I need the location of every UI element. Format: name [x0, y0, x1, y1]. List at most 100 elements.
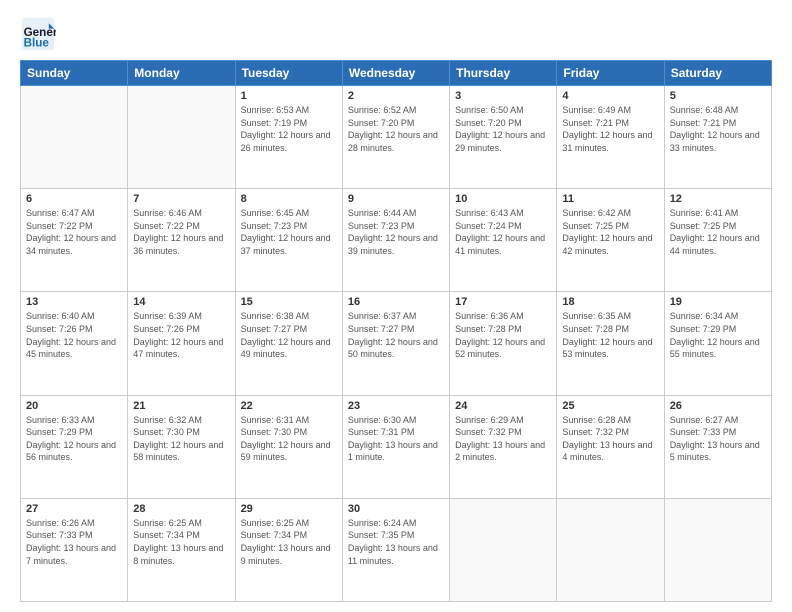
- day-info: Sunrise: 6:35 AM Sunset: 7:28 PM Dayligh…: [562, 310, 658, 360]
- calendar-cell: 5Sunrise: 6:48 AM Sunset: 7:21 PM Daylig…: [664, 86, 771, 189]
- calendar-cell: [450, 498, 557, 601]
- day-number: 21: [133, 400, 229, 412]
- calendar-cell: 12 Sunrise: 6:41 AM Sunset: 7:25 PM Dayli…: [664, 189, 771, 292]
- day-number: 22: [241, 400, 337, 412]
- day-number: 15: [241, 296, 337, 308]
- calendar-cell: 14 Sunrise: 6:39 AM Sunset: 7:26 PM Dayli…: [128, 292, 235, 395]
- calendar-cell: 9Sunrise: 6:44 AM Sunset: 7:23 PM Daylig…: [342, 189, 449, 292]
- day-info: Sunrise: 6:42 AM Sunset: 7:25 PM Dayligh…: [562, 207, 658, 257]
- day-info: Sunrise: 6:41 AM Sunset: 7:25 PM Dayligh…: [670, 207, 766, 257]
- day-info: Sunrise: 6:33 AM Sunset: 7:29 PM Dayligh…: [26, 414, 122, 464]
- calendar-week-row: 20 Sunrise: 6:33 AM Sunset: 7:29 PM Dayli…: [21, 395, 772, 498]
- day-number: 12: [670, 193, 766, 205]
- day-info: Sunrise: 6:40 AM Sunset: 7:26 PM Dayligh…: [26, 310, 122, 360]
- day-info: Sunrise: 6:30 AM Sunset: 7:31 PM Dayligh…: [348, 414, 444, 464]
- calendar-cell: 18 Sunrise: 6:35 AM Sunset: 7:28 PM Dayli…: [557, 292, 664, 395]
- day-info: Sunrise: 6:38 AM Sunset: 7:27 PM Dayligh…: [241, 310, 337, 360]
- page: General Blue SundayMondayTuesdayWednesda…: [0, 0, 792, 612]
- day-number: 6: [26, 193, 122, 205]
- day-info: Sunrise: 6:37 AM Sunset: 7:27 PM Dayligh…: [348, 310, 444, 360]
- day-number: 19: [670, 296, 766, 308]
- day-number: 9: [348, 193, 444, 205]
- header: General Blue: [20, 16, 772, 52]
- calendar-cell: 3 Sunrise: 6:50 AM Sunset: 7:20 PM Daylig…: [450, 86, 557, 189]
- day-number: 25: [562, 400, 658, 412]
- day-number: 27: [26, 503, 122, 515]
- day-number: 24: [455, 400, 551, 412]
- calendar-cell: 27 Sunrise: 6:26 AM Sunset: 7:33 PM Dayli…: [21, 498, 128, 601]
- day-info: Sunrise: 6:29 AM Sunset: 7:32 PM Dayligh…: [455, 414, 551, 464]
- calendar-cell: 6 Sunrise: 6:47 AM Sunset: 7:22 PM Daylig…: [21, 189, 128, 292]
- calendar-day-header: Sunday: [21, 61, 128, 86]
- day-number: 2: [348, 90, 444, 102]
- calendar-cell: 7 Sunrise: 6:46 AM Sunset: 7:22 PM Daylig…: [128, 189, 235, 292]
- logo: General Blue: [20, 16, 58, 52]
- day-number: 5: [670, 90, 766, 102]
- calendar-cell: 21 Sunrise: 6:32 AM Sunset: 7:30 PM Dayli…: [128, 395, 235, 498]
- day-number: 30: [348, 503, 444, 515]
- day-number: 7: [133, 193, 229, 205]
- day-number: 20: [26, 400, 122, 412]
- day-number: 10: [455, 193, 551, 205]
- calendar-cell: 20 Sunrise: 6:33 AM Sunset: 7:29 PM Dayli…: [21, 395, 128, 498]
- day-number: 14: [133, 296, 229, 308]
- calendar-day-header: Monday: [128, 61, 235, 86]
- calendar-cell: 30Sunrise: 6:24 AM Sunset: 7:35 PM Dayli…: [342, 498, 449, 601]
- calendar-cell: 10 Sunrise: 6:43 AM Sunset: 7:24 PM Dayli…: [450, 189, 557, 292]
- day-info: Sunrise: 6:49 AM Sunset: 7:21 PM Dayligh…: [562, 104, 658, 154]
- calendar-cell: 19 Sunrise: 6:34 AM Sunset: 7:29 PM Dayli…: [664, 292, 771, 395]
- day-info: Sunrise: 6:50 AM Sunset: 7:20 PM Dayligh…: [455, 104, 551, 154]
- day-number: 23: [348, 400, 444, 412]
- day-info: Sunrise: 6:25 AM Sunset: 7:34 PM Dayligh…: [133, 517, 229, 567]
- day-info: Sunrise: 6:27 AM Sunset: 7:33 PM Dayligh…: [670, 414, 766, 464]
- day-number: 28: [133, 503, 229, 515]
- calendar-cell: 16 Sunrise: 6:37 AM Sunset: 7:27 PM Dayli…: [342, 292, 449, 395]
- calendar-week-row: 1Sunrise: 6:53 AM Sunset: 7:19 PM Daylig…: [21, 86, 772, 189]
- calendar-header-row: SundayMondayTuesdayWednesdayThursdayFrid…: [21, 61, 772, 86]
- calendar-cell: 17Sunrise: 6:36 AM Sunset: 7:28 PM Dayli…: [450, 292, 557, 395]
- calendar-cell: 8 Sunrise: 6:45 AM Sunset: 7:23 PM Daylig…: [235, 189, 342, 292]
- calendar-cell: [21, 86, 128, 189]
- day-info: Sunrise: 6:26 AM Sunset: 7:33 PM Dayligh…: [26, 517, 122, 567]
- day-info: Sunrise: 6:43 AM Sunset: 7:24 PM Dayligh…: [455, 207, 551, 257]
- calendar-cell: 4Sunrise: 6:49 AM Sunset: 7:21 PM Daylig…: [557, 86, 664, 189]
- calendar-day-header: Friday: [557, 61, 664, 86]
- day-info: Sunrise: 6:25 AM Sunset: 7:34 PM Dayligh…: [241, 517, 337, 567]
- day-info: Sunrise: 6:32 AM Sunset: 7:30 PM Dayligh…: [133, 414, 229, 464]
- calendar-cell: 24 Sunrise: 6:29 AM Sunset: 7:32 PM Dayli…: [450, 395, 557, 498]
- day-info: Sunrise: 6:52 AM Sunset: 7:20 PM Dayligh…: [348, 104, 444, 154]
- calendar-cell: 22 Sunrise: 6:31 AM Sunset: 7:30 PM Dayli…: [235, 395, 342, 498]
- day-number: 26: [670, 400, 766, 412]
- calendar-cell: 11 Sunrise: 6:42 AM Sunset: 7:25 PM Dayli…: [557, 189, 664, 292]
- day-info: Sunrise: 6:47 AM Sunset: 7:22 PM Dayligh…: [26, 207, 122, 257]
- day-info: Sunrise: 6:46 AM Sunset: 7:22 PM Dayligh…: [133, 207, 229, 257]
- day-info: Sunrise: 6:34 AM Sunset: 7:29 PM Dayligh…: [670, 310, 766, 360]
- calendar-day-header: Tuesday: [235, 61, 342, 86]
- day-info: Sunrise: 6:31 AM Sunset: 7:30 PM Dayligh…: [241, 414, 337, 464]
- calendar-week-row: 13 Sunrise: 6:40 AM Sunset: 7:26 PM Dayli…: [21, 292, 772, 395]
- calendar-week-row: 6 Sunrise: 6:47 AM Sunset: 7:22 PM Daylig…: [21, 189, 772, 292]
- calendar-cell: 1Sunrise: 6:53 AM Sunset: 7:19 PM Daylig…: [235, 86, 342, 189]
- day-number: 18: [562, 296, 658, 308]
- day-number: 13: [26, 296, 122, 308]
- day-info: Sunrise: 6:39 AM Sunset: 7:26 PM Dayligh…: [133, 310, 229, 360]
- day-number: 8: [241, 193, 337, 205]
- calendar-cell: [664, 498, 771, 601]
- day-number: 16: [348, 296, 444, 308]
- svg-text:Blue: Blue: [24, 37, 50, 50]
- calendar-cell: 29 Sunrise: 6:25 AM Sunset: 7:34 PM Dayli…: [235, 498, 342, 601]
- day-number: 11: [562, 193, 658, 205]
- calendar-cell: 2 Sunrise: 6:52 AM Sunset: 7:20 PM Daylig…: [342, 86, 449, 189]
- calendar-day-header: Thursday: [450, 61, 557, 86]
- day-info: Sunrise: 6:53 AM Sunset: 7:19 PM Dayligh…: [241, 104, 337, 154]
- day-info: Sunrise: 6:36 AM Sunset: 7:28 PM Dayligh…: [455, 310, 551, 360]
- calendar-cell: [557, 498, 664, 601]
- calendar-day-header: Wednesday: [342, 61, 449, 86]
- day-number: 3: [455, 90, 551, 102]
- day-number: 29: [241, 503, 337, 515]
- day-info: Sunrise: 6:45 AM Sunset: 7:23 PM Dayligh…: [241, 207, 337, 257]
- calendar-cell: 26 Sunrise: 6:27 AM Sunset: 7:33 PM Dayli…: [664, 395, 771, 498]
- calendar-cell: 13 Sunrise: 6:40 AM Sunset: 7:26 PM Dayli…: [21, 292, 128, 395]
- calendar-day-header: Saturday: [664, 61, 771, 86]
- calendar-cell: 15 Sunrise: 6:38 AM Sunset: 7:27 PM Dayli…: [235, 292, 342, 395]
